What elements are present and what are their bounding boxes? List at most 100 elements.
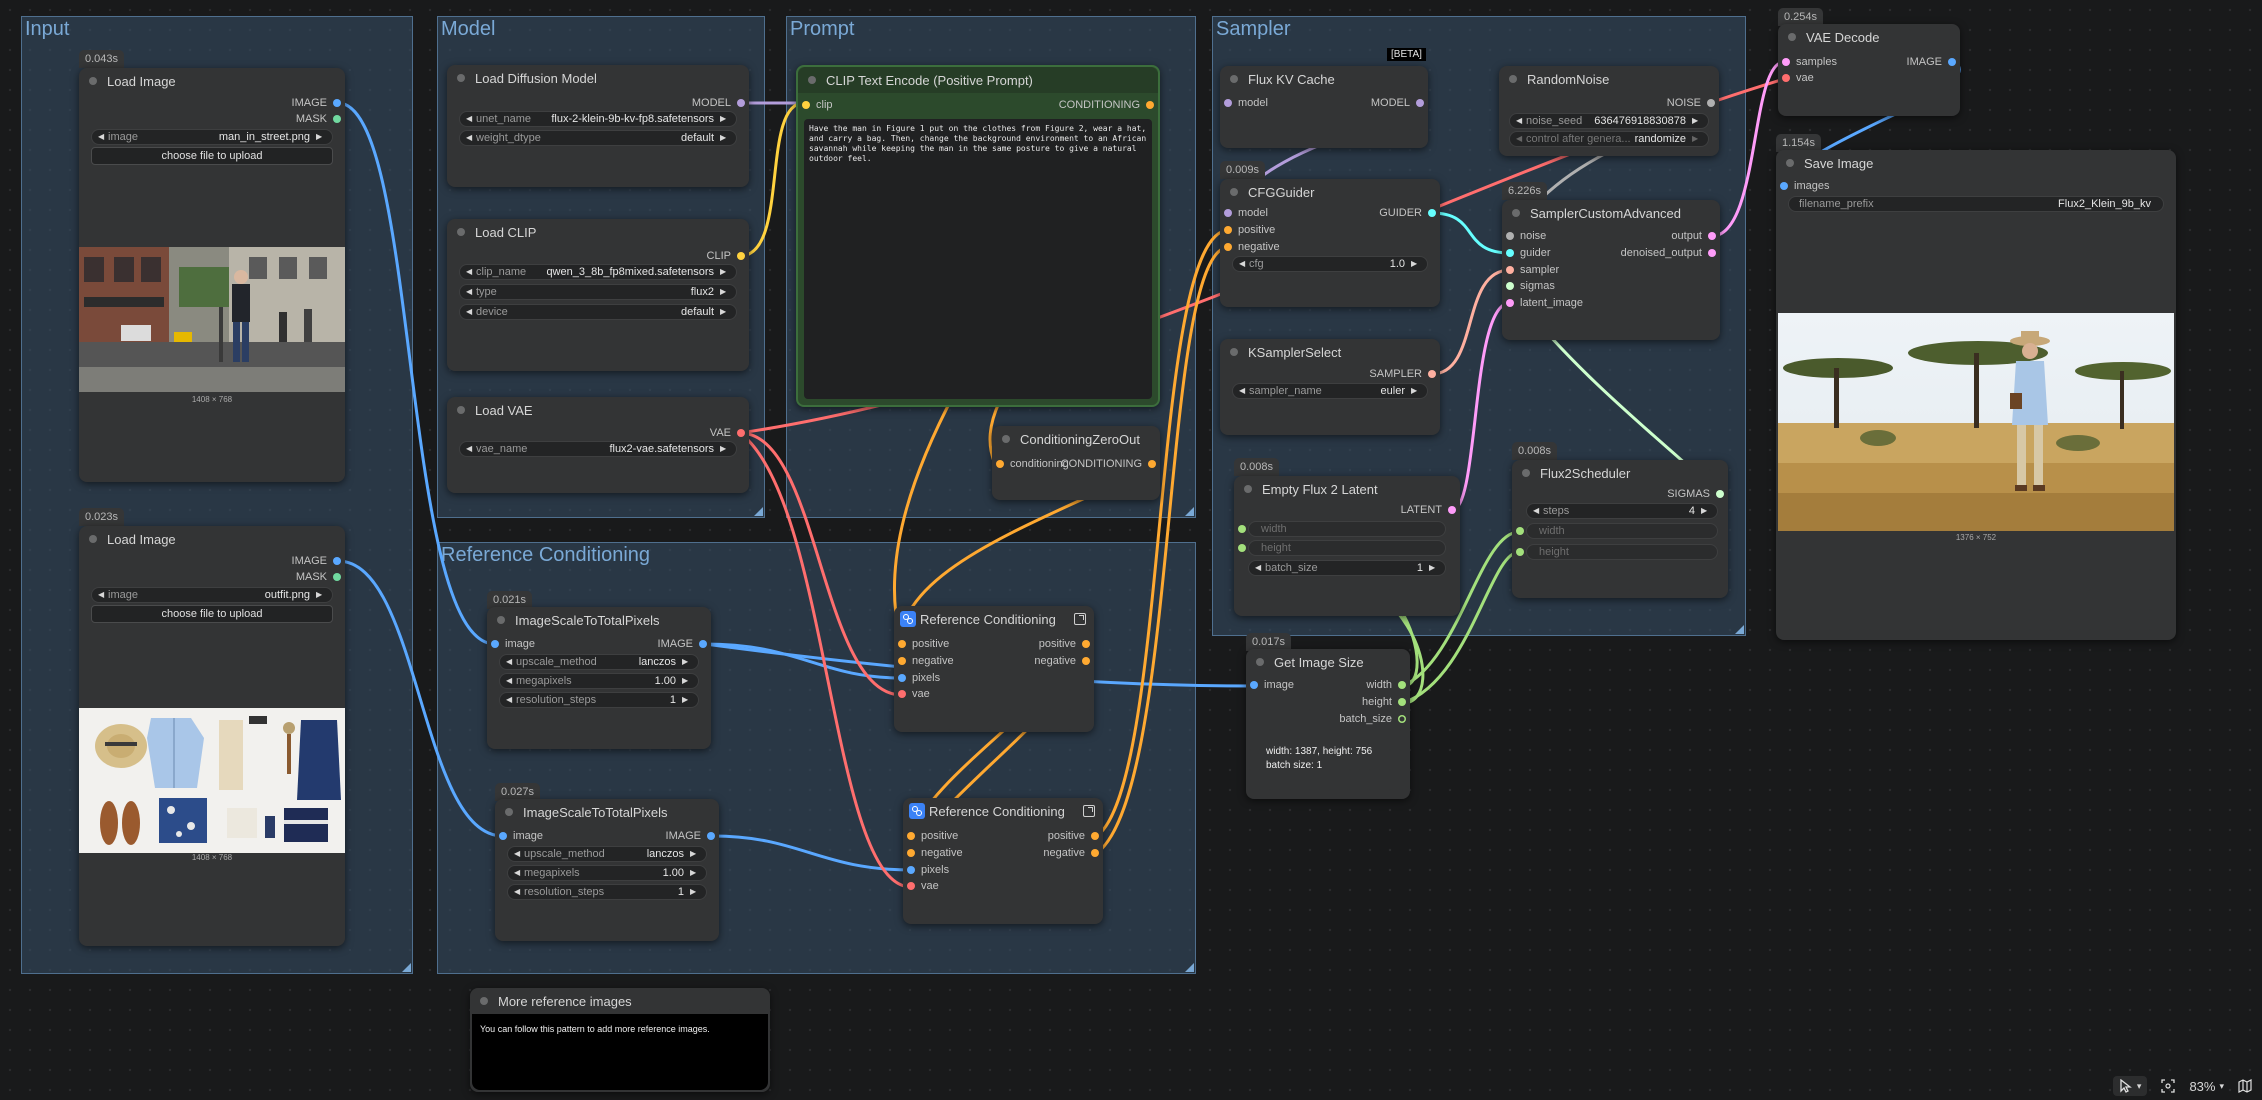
group-resize-handle[interactable] [402, 963, 411, 972]
node-save-image[interactable]: Save Image images filename_prefix Flux2_… [1776, 150, 2176, 640]
node-flux-kv-cache[interactable]: Flux KV Cache model MODEL [1220, 66, 1428, 148]
arrow-right-icon[interactable]: ▶ [1701, 504, 1711, 518]
node-header[interactable]: ImageScaleToTotalPixels [487, 607, 711, 633]
filename-prefix-input[interactable]: filename_prefix Flux2_Klein_9b_kv [1788, 196, 2164, 212]
node-image-scale-1[interactable]: ImageScaleToTotalPixels image IMAGE ◀ up… [487, 607, 711, 749]
sampler-name-select[interactable]: ◀ sampler_name euler ▶ [1232, 383, 1428, 399]
node-header[interactable]: RandomNoise [1499, 66, 1719, 92]
cfg-number[interactable]: ◀ cfg 1.0 ▶ [1232, 256, 1428, 272]
node-header[interactable]: Load Diffusion Model [447, 65, 749, 91]
node-header[interactable]: CFGGuider [1220, 179, 1440, 205]
arrow-left-icon[interactable]: ◀ [514, 885, 524, 899]
upload-button[interactable]: choose file to upload [91, 605, 333, 623]
noise-seed-number[interactable]: ◀ noise_seed 636476918830878 ▶ [1509, 113, 1709, 129]
node-collapse-dot[interactable] [1002, 435, 1010, 443]
input-image-slot[interactable]: image [497, 828, 543, 844]
input-sampler-slot[interactable]: sampler [1504, 262, 1559, 278]
node-collapse-dot[interactable] [89, 77, 97, 85]
node-collapse-dot[interactable] [1512, 209, 1520, 217]
output-noise-slot[interactable]: NOISE [1667, 95, 1717, 111]
image-select[interactable]: ◀ image outfit.png ▶ [91, 587, 333, 603]
node-load-image-1[interactable]: Load Image IMAGE MASK ◀ image man_in_str… [79, 68, 345, 482]
note-body[interactable]: You can follow this pattern to add more … [472, 1014, 768, 1090]
node-collapse-dot[interactable] [89, 535, 97, 543]
node-collapse-dot[interactable] [1522, 469, 1530, 477]
arrow-right-icon[interactable]: ▶ [720, 442, 730, 456]
input-positive-slot[interactable]: positive [905, 828, 958, 844]
node-load-diffusion-model[interactable]: Load Diffusion Model MODEL ◀ unet_name f… [447, 65, 749, 187]
output-positive-slot[interactable]: positive [1048, 828, 1101, 844]
control-after-generate-select[interactable]: ◀ control after genera... randomize ▶ [1509, 131, 1709, 147]
node-collapse-dot[interactable] [808, 76, 816, 84]
node-image-scale-2[interactable]: ImageScaleToTotalPixels image IMAGE ◀ up… [495, 799, 719, 941]
arrow-right-icon[interactable]: ▶ [720, 305, 730, 319]
node-header[interactable]: More reference images [470, 988, 770, 1014]
output-image-slot[interactable]: IMAGE [1907, 54, 1958, 70]
megapixels-number[interactable]: ◀ megapixels 1.00 ▶ [499, 673, 699, 689]
arrow-left-icon[interactable]: ◀ [506, 655, 516, 669]
arrow-left-icon[interactable]: ◀ [466, 131, 476, 145]
unet-name-select[interactable]: ◀ unet_name flux-2-klein-9b-kv-fp8.safet… [459, 111, 737, 127]
arrow-right-icon[interactable]: ▶ [720, 112, 730, 126]
node-header[interactable]: CLIP Text Encode (Positive Prompt) [798, 67, 1158, 93]
zoom-control[interactable]: 83% ▾ [2189, 1079, 2224, 1094]
node-header[interactable]: Load Image [79, 526, 345, 552]
node-header[interactable]: VAE Decode [1778, 24, 1960, 50]
arrow-right-icon[interactable]: ▶ [690, 847, 700, 861]
group-resize-handle[interactable] [754, 507, 763, 516]
input-sigmas-slot[interactable]: sigmas [1504, 278, 1555, 294]
output-vae-slot[interactable]: VAE [710, 425, 747, 441]
arrow-right-icon[interactable]: ▶ [316, 588, 326, 602]
node-random-noise[interactable]: RandomNoise NOISE ◀ noise_seed 636476918… [1499, 66, 1719, 156]
node-header[interactable]: Flux2Scheduler [1512, 460, 1728, 486]
input-guider-slot[interactable]: guider [1504, 245, 1551, 261]
width-input[interactable]: width [1526, 523, 1718, 539]
input-noise-slot[interactable]: noise [1504, 228, 1546, 244]
arrow-right-icon[interactable]: ▶ [1692, 114, 1702, 128]
arrow-left-icon[interactable]: ◀ [466, 442, 476, 456]
height-input[interactable]: height [1248, 540, 1446, 556]
input-negative-slot[interactable]: negative [905, 845, 963, 861]
output-height-slot[interactable]: height [1362, 694, 1408, 710]
prompt-textarea[interactable]: Have the man in Figure 1 put on the clot… [804, 119, 1152, 399]
output-model-slot[interactable]: MODEL [1371, 95, 1426, 111]
upscale-method-select[interactable]: ◀ upscale_method lanczos ▶ [499, 654, 699, 670]
node-header[interactable]: Load CLIP [447, 219, 749, 245]
expand-icon[interactable] [1083, 805, 1095, 817]
arrow-right-icon[interactable]: ▶ [720, 131, 730, 145]
node-sampler-custom-advanced[interactable]: SamplerCustomAdvanced noise output guide… [1502, 200, 1720, 340]
node-collapse-dot[interactable] [1230, 188, 1238, 196]
clip-type-select[interactable]: ◀ type flux2 ▶ [459, 284, 737, 300]
vae-name-select[interactable]: ◀ vae_name flux2-vae.safetensors ▶ [459, 441, 737, 457]
node-note-more-references[interactable]: More reference images You can follow thi… [470, 988, 770, 1092]
node-vae-decode[interactable]: VAE Decode samples IMAGE vae [1778, 24, 1960, 116]
clip-name-select[interactable]: ◀ clip_name qwen_3_8b_fp8mixed.safetenso… [459, 264, 737, 280]
output-negative-slot[interactable]: negative [1034, 653, 1092, 669]
output-latent-slot[interactable]: LATENT [1401, 502, 1458, 518]
megapixels-number[interactable]: ◀ megapixels 1.00 ▶ [507, 865, 707, 881]
input-model-slot[interactable]: model [1222, 95, 1268, 111]
input-positive-slot[interactable]: positive [1222, 222, 1275, 238]
node-get-image-size[interactable]: Get Image Size image width height batch_… [1246, 649, 1410, 799]
output-output-slot[interactable]: output [1671, 228, 1718, 244]
arrow-left-icon[interactable]: ◀ [514, 866, 524, 880]
node-collapse-dot[interactable] [480, 997, 488, 1005]
fit-view-button[interactable] [2161, 1079, 2176, 1093]
arrow-right-icon[interactable]: ▶ [720, 265, 730, 279]
arrow-left-icon[interactable]: ◀ [466, 285, 476, 299]
output-width-slot[interactable]: width [1366, 677, 1408, 693]
arrow-left-icon[interactable]: ◀ [1239, 257, 1249, 271]
input-vae-slot[interactable]: vae [1780, 70, 1814, 86]
node-header[interactable]: ImageScaleToTotalPixels [495, 799, 719, 825]
output-sigmas-slot[interactable]: SIGMAS [1667, 486, 1726, 502]
node-header[interactable]: SamplerCustomAdvanced [1502, 200, 1720, 226]
output-clip-slot[interactable]: CLIP [707, 248, 747, 264]
input-image-slot[interactable]: image [489, 636, 535, 652]
node-collapse-dot[interactable] [1256, 658, 1264, 666]
select-tool-button[interactable]: ▾ [2112, 1076, 2148, 1096]
node-conditioning-zero-out[interactable]: ConditioningZeroOut conditioning CONDITI… [992, 426, 1160, 500]
node-collapse-dot[interactable] [457, 406, 465, 414]
node-collapse-dot[interactable] [1230, 348, 1238, 356]
node-load-vae[interactable]: Load VAE VAE ◀ vae_name flux2-vae.safete… [447, 397, 749, 493]
arrow-left-icon[interactable]: ◀ [1533, 504, 1543, 518]
